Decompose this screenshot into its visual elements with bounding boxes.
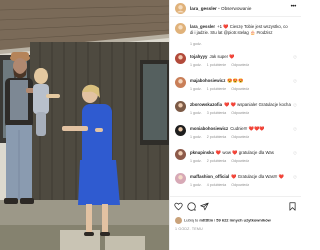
comment-likes[interactable]: 1 polubienie xyxy=(207,63,226,67)
comment-username[interactable]: tojahyyy xyxy=(190,54,207,59)
comment-text: Cudnie!!! ❤️❤️❤️ xyxy=(230,126,265,131)
comment-body: majabohosiewicz 😍😍😍 xyxy=(190,78,292,84)
reply-link[interactable]: Odpowiedz xyxy=(231,183,249,187)
comment-text: ❤️ Gratulacje dla Was!!! ❤️ xyxy=(231,174,284,179)
comment-avatar[interactable] xyxy=(175,77,186,88)
author-username[interactable]: lara_gessler xyxy=(190,6,217,11)
comment-body: moniabohosiewicz Cudnie!!! ❤️❤️❤️ xyxy=(190,126,292,132)
comment-username[interactable]: moniabohosiewicz xyxy=(190,126,228,131)
comment-meta: 1 godz. 4 polubienia Odpowiedz xyxy=(190,183,253,187)
post-date: 1 GODZ. TEMU xyxy=(175,227,203,231)
comment-time: 1 godz. xyxy=(190,183,202,187)
more-icon[interactable]: ••• xyxy=(291,4,297,10)
comment-meta: 1 godz. 3 polubienia Odpowiedz xyxy=(190,111,253,115)
comment-time: 1 godz. xyxy=(190,87,202,91)
post-actions: Lubią to mtttttm i 59 622 innych użytkow… xyxy=(170,196,301,250)
liker-avatar xyxy=(175,217,182,224)
comment-likes[interactable]: 4 polubienia xyxy=(207,183,226,187)
action-icons xyxy=(174,202,297,212)
reply-link[interactable]: Odpowiedz xyxy=(231,159,249,163)
comment-time: 1 godz. xyxy=(190,42,202,46)
comment-body: pknupinska ❤️ wow ❤️ gratulacje dla Was xyxy=(190,150,292,156)
comment-avatar[interactable] xyxy=(175,101,186,112)
comment-meta: 1 godz. 1 polubienie Odpowiedz xyxy=(190,63,253,67)
follow-status-button[interactable]: Obserwowanie xyxy=(221,6,251,11)
comment-item: moniabohosiewicz Cudnie!!! ❤️❤️❤️ 1 godz.… xyxy=(170,125,301,147)
bookmark-icon[interactable] xyxy=(288,202,297,211)
comment-likes[interactable]: 3 polubienia xyxy=(207,111,226,115)
comment-body: zborowskazofia ❤️ ❤️ wspaniale! Gratulacj… xyxy=(190,102,292,108)
header-separator: • xyxy=(218,6,220,11)
comment-time: 1 godz. xyxy=(190,63,202,67)
comment-avatar[interactable] xyxy=(175,149,186,160)
comment-likes[interactable]: 2 polubienia xyxy=(207,135,226,139)
comment-icon[interactable] xyxy=(187,202,196,211)
comment-body: maffashion_official ❤️ Gratulacje dla Was… xyxy=(190,174,292,180)
comment-item: majabohosiewicz 😍😍😍 1 godz. 1 polubienie … xyxy=(170,77,301,99)
comment-avatar[interactable] xyxy=(175,53,186,64)
post-header: lara_gessler • Obserwowanie ••• xyxy=(170,0,301,17)
comment-avatar[interactable] xyxy=(175,173,186,184)
comment-username[interactable]: majabohosiewicz xyxy=(190,78,225,83)
comment-text: 😍😍😍 xyxy=(227,78,244,83)
heart-icon[interactable] xyxy=(174,202,183,211)
like-small-icon[interactable]: ♡ xyxy=(293,79,297,85)
comment-item: maffashion_official ❤️ Gratulacje dla Was… xyxy=(170,173,301,195)
likes-summary[interactable]: Lubią to mtttttm i 59 622 innych użytkow… xyxy=(175,217,271,224)
comment-username[interactable]: lara_gessler xyxy=(190,24,215,29)
comment-text: ❤️ wow ❤️ gratulacje dla Was xyxy=(215,150,274,155)
comment-likes[interactable]: 1 polubienie xyxy=(207,87,226,91)
reply-link[interactable]: Odpowiedz xyxy=(231,63,249,67)
comment-text: ❤️ ❤️ wspaniale! Gratulacje kocha xyxy=(224,102,291,107)
comment-username[interactable]: pknupinska xyxy=(190,150,214,155)
comments-panel: lara_gessler • Obserwowanie ••• lara_ges… xyxy=(169,0,301,250)
comment-text: Jak super ❤️ xyxy=(209,54,235,59)
comment-username[interactable]: maffashion_official xyxy=(190,174,229,179)
comment-item: pknupinska ❤️ wow ❤️ gratulacje dla Was 1… xyxy=(170,149,301,171)
like-small-icon[interactable]: ♡ xyxy=(293,55,297,61)
comment-body: tojahyyy Jak super ❤️ xyxy=(190,54,292,60)
post-header-text: lara_gessler • Obserwowanie xyxy=(190,4,251,13)
comment-meta: 1 godz. 1 polubienie Odpowiedz xyxy=(190,87,253,91)
comment-time: 1 godz. xyxy=(190,135,202,139)
comment-meta: 1 godz. 2 polubienia Odpowiedz xyxy=(190,135,253,139)
comment-item: lara_gessler +1 ❤️ Cieszę Tobie jest wszy… xyxy=(170,23,301,51)
reply-link[interactable]: Odpowiedz xyxy=(231,135,249,139)
comment-item: zborowskazofia ❤️ ❤️ wspaniale! Gratulacj… xyxy=(170,101,301,123)
like-small-icon[interactable]: ♡ xyxy=(293,175,297,181)
comment-body: lara_gessler +1 ❤️ Cieszę Tobie jest wszy… xyxy=(190,24,292,36)
comment-username[interactable]: zborowskazofia xyxy=(190,102,222,107)
comment-time: 1 godz. xyxy=(190,111,202,115)
comment-meta: 1 godz. 2 polubienia Odpowiedz xyxy=(190,159,253,163)
likes-prefix: Lubią to xyxy=(184,217,199,223)
comment-meta: 1 godz. xyxy=(190,42,206,46)
comment-avatar[interactable] xyxy=(175,23,186,34)
likes-count[interactable]: 59 622 innych użytkowników xyxy=(216,218,270,223)
comment-likes[interactable]: 2 polubienia xyxy=(207,159,226,163)
comment-time: 1 godz. xyxy=(190,159,202,163)
author-avatar[interactable] xyxy=(175,3,186,14)
like-small-icon[interactable]: ♡ xyxy=(293,103,297,109)
liker-username[interactable]: mtttttm xyxy=(199,218,213,223)
reply-link[interactable]: Odpowiedz xyxy=(231,111,249,115)
post-photo[interactable] xyxy=(0,0,169,250)
post-photo-image xyxy=(0,0,169,250)
like-small-icon[interactable]: ♡ xyxy=(293,151,297,157)
comment-avatar[interactable] xyxy=(175,125,186,136)
like-small-icon[interactable]: ♡ xyxy=(293,127,297,133)
comment-item: tojahyyy Jak super ❤️ 1 godz. 1 polubieni… xyxy=(170,53,301,75)
reply-link[interactable]: Odpowiedz xyxy=(231,87,249,91)
share-icon[interactable] xyxy=(200,202,209,211)
